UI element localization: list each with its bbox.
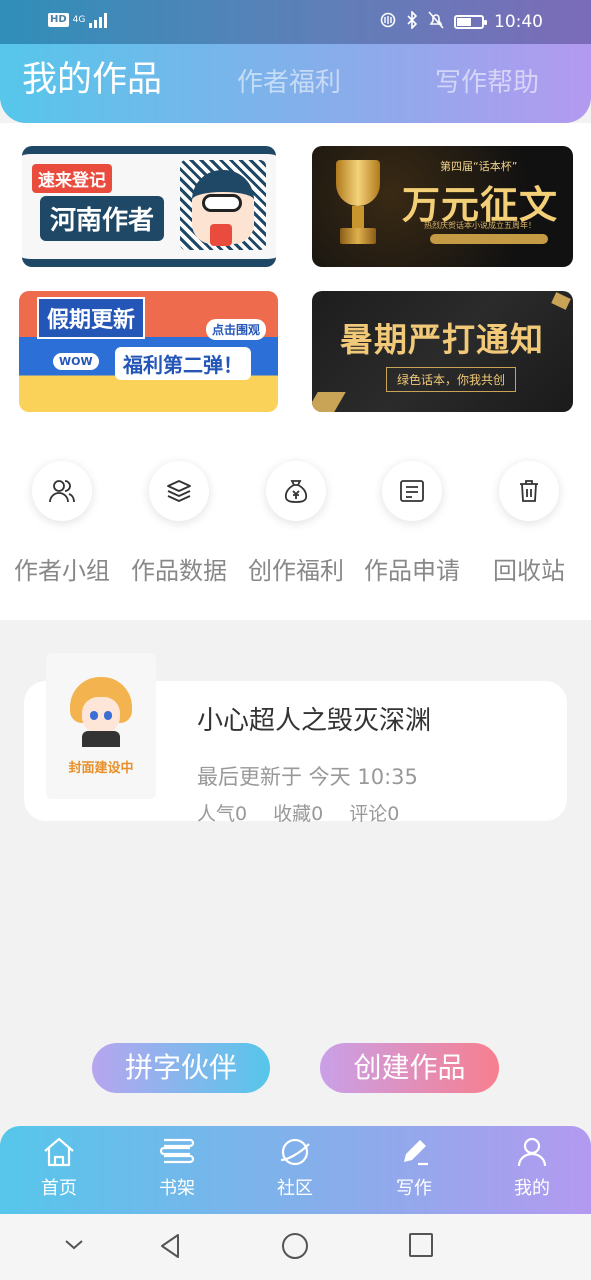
decoration-shape	[312, 392, 346, 412]
banner-cta: 点击围观	[205, 319, 266, 340]
status-bar: HD 4G 10:40	[0, 0, 591, 44]
banner-title: 假期更新	[37, 297, 146, 339]
shortcut-label: 作品申请	[364, 557, 460, 585]
logo-badge-icon	[210, 224, 232, 246]
bluetooth-icon	[406, 10, 418, 33]
cover-placeholder-text: 封面建设中	[68, 761, 134, 776]
group-icon	[32, 461, 92, 521]
nav-home[interactable]: 首页	[19, 1134, 99, 1200]
shortcut-author-group[interactable]: 作者小组	[4, 461, 120, 586]
work-cover[interactable]: 封面建设中	[46, 653, 156, 799]
create-work-button[interactable]: 创建作品	[320, 1043, 499, 1093]
banner-date-bar	[430, 234, 548, 244]
shortcut-creation-benefits[interactable]: 创作福利	[238, 461, 354, 586]
work-stats: 人气0 收藏0 评论0	[197, 799, 399, 826]
back-icon[interactable]	[156, 1232, 184, 1260]
banner-holiday-update[interactable]: 假期更新 点击围观 WOW 福利第二弹！	[19, 291, 278, 412]
system-nav-bar	[0, 1214, 591, 1280]
shortcut-label: 回收站	[493, 557, 565, 585]
nav-label: 书架	[159, 1178, 195, 1199]
shortcut-label: 创作福利	[248, 557, 344, 585]
battery-icon	[454, 15, 487, 29]
tab-writing-help[interactable]: 写作帮助	[435, 53, 539, 113]
header-tabs: 我的作品 作者福利 写作帮助	[0, 50, 591, 110]
tab-author-benefits[interactable]: 作者福利	[237, 53, 341, 113]
banner-subtitle: 福利第二弹！	[115, 347, 251, 380]
bookshelf-icon	[159, 1138, 195, 1164]
decoration-shape	[551, 292, 571, 310]
network-type: 4G	[72, 14, 86, 25]
shortcut-work-application[interactable]: 作品申请	[354, 461, 470, 586]
layers-icon	[149, 461, 209, 521]
shortcut-recycle-bin[interactable]: 回收站	[471, 461, 587, 586]
chevron-down-icon[interactable]	[62, 1232, 86, 1256]
nav-community[interactable]: 社区	[255, 1134, 335, 1200]
recents-icon[interactable]	[408, 1232, 434, 1258]
shortcut-label: 作品数据	[131, 557, 227, 585]
mute-icon	[428, 11, 444, 33]
home-icon	[44, 1137, 74, 1167]
money-bag-icon	[266, 461, 326, 521]
hd-badge: HD	[48, 13, 69, 27]
nav-label: 我的	[514, 1178, 550, 1199]
favorites-count: 收藏0	[273, 803, 324, 825]
clock: 10:40	[494, 12, 543, 32]
banner-title: 河南作者	[40, 196, 165, 241]
binoculars-illustration	[202, 194, 242, 212]
planet-icon	[280, 1138, 310, 1166]
banner-summer-notice[interactable]: 暑期严打通知 绿色话本，你我共创	[312, 291, 573, 412]
bottom-nav: 首页 书架 社区 写作 我的	[0, 1126, 591, 1214]
banner-title: 暑期严打通知	[340, 320, 544, 359]
banner-henan-authors[interactable]: 速来登记 河南作者	[22, 146, 276, 267]
work-title: 小心超人之毁灭深渊	[197, 706, 432, 736]
nav-label: 社区	[277, 1178, 313, 1199]
banner-essay-contest[interactable]: 第四届“话本杯” 万元征文 热烈庆贺话本小说成立五周年！	[312, 146, 573, 267]
comments-count: 评论0	[349, 803, 400, 825]
work-updated-time: 最后更新于 今天 10:35	[197, 765, 418, 789]
banner-subtitle: 第四届“话本杯”	[440, 160, 518, 173]
nav-label: 首页	[41, 1178, 77, 1199]
document-icon	[382, 461, 442, 521]
nav-bookshelf[interactable]: 书架	[137, 1134, 217, 1200]
trash-icon	[499, 461, 559, 521]
popularity-count: 人气0	[197, 803, 248, 825]
nav-mine[interactable]: 我的	[492, 1134, 572, 1200]
banner-subtitle: 绿色话本，你我共创	[386, 367, 517, 392]
anime-character-illustration	[70, 677, 132, 747]
user-icon	[517, 1137, 547, 1167]
trophy-icon	[330, 160, 386, 246]
banner-tag: 速来登记	[32, 164, 112, 193]
writing-partner-button[interactable]: 拼字伙伴	[92, 1043, 270, 1093]
signal-icon	[89, 12, 108, 28]
nav-label: 写作	[396, 1178, 432, 1199]
nav-write[interactable]: 写作	[374, 1134, 454, 1200]
shortcut-label: 作者小组	[14, 557, 110, 585]
pen-icon	[404, 1140, 428, 1166]
main-panel: 速来登记 河南作者 第四届“话本杯” 万元征文 热烈庆贺话本小说成立五周年！ 假…	[0, 123, 591, 620]
banner-badge: WOW	[53, 353, 99, 370]
shortcut-work-data[interactable]: 作品数据	[121, 461, 237, 586]
home-circle-icon[interactable]	[281, 1232, 309, 1260]
nfc-icon	[380, 12, 396, 32]
banner-caption: 热烈庆贺话本小说成立五周年！	[424, 221, 536, 230]
tab-my-works[interactable]: 我的作品	[22, 50, 162, 110]
